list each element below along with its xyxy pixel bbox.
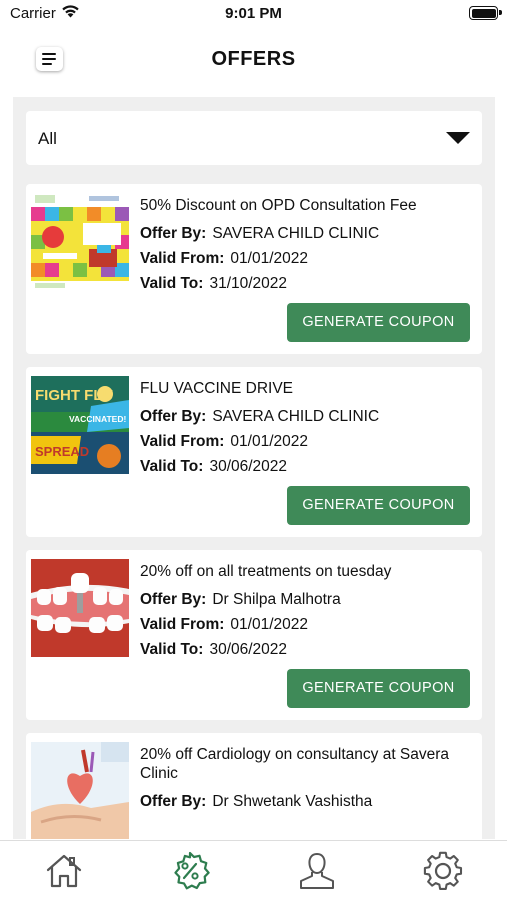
header: OFFERS bbox=[0, 30, 507, 90]
offer-card: 50% Discount on OPD Consultation Fee Off… bbox=[26, 184, 482, 354]
valid-to-value: 30/06/2022 bbox=[209, 458, 288, 475]
offer-by-label: Offer By: bbox=[140, 591, 207, 608]
tab-offers[interactable] bbox=[170, 851, 210, 891]
settings-icon bbox=[423, 851, 463, 890]
offer-by-value: Dr Shwetank Vashistha bbox=[212, 793, 373, 810]
offer-card: 20% off Cardiology on consultancy at Sav… bbox=[26, 733, 482, 839]
battery-icon bbox=[469, 6, 502, 20]
valid-from-value: 01/01/2022 bbox=[230, 616, 308, 633]
offer-by-label: Offer By: bbox=[140, 408, 207, 425]
offer-details: FLU VACCINE DRIVE Offer By: SAVERA CHILD … bbox=[140, 379, 475, 479]
offer-title: 20% off Cardiology on consultancy at Sav… bbox=[140, 746, 450, 782]
valid-from-label: Valid From: bbox=[140, 250, 225, 267]
profile-icon bbox=[300, 852, 334, 889]
offer-by-value: SAVERA CHILD CLINIC bbox=[212, 408, 380, 425]
valid-to-label: Valid To: bbox=[140, 641, 204, 658]
image-text-vaccinated: VACCINATED! bbox=[69, 414, 126, 424]
offer-title: 20% off on all treatments on tuesday bbox=[140, 563, 392, 580]
offer-details: 20% off Cardiology on consultancy at Sav… bbox=[140, 745, 475, 814]
offer-by-value: Dr Shilpa Malhotra bbox=[212, 591, 341, 608]
valid-from-label: Valid From: bbox=[140, 616, 225, 633]
offer-image-flu-vaccine: FIGHT FLU VACCINATED! SPREAD bbox=[31, 376, 129, 474]
valid-to-label: Valid To: bbox=[140, 275, 204, 292]
offer-image-cardiology bbox=[31, 742, 129, 839]
offer-by-label: Offer By: bbox=[140, 225, 207, 242]
offer-filter-dropdown[interactable]: All bbox=[26, 111, 482, 165]
status-time: 9:01 PM bbox=[225, 5, 282, 22]
filter-selected-value: All bbox=[38, 129, 57, 148]
tab-home[interactable] bbox=[44, 851, 84, 891]
tab-settings[interactable] bbox=[423, 851, 463, 891]
status-bar: Carrier 9:01 PM bbox=[0, 0, 507, 30]
tab-bar bbox=[0, 840, 507, 900]
valid-from-label: Valid From: bbox=[140, 433, 225, 450]
valid-to-value: 31/10/2022 bbox=[209, 275, 288, 292]
valid-from-value: 01/01/2022 bbox=[230, 250, 308, 267]
dropdown-caret-icon bbox=[446, 132, 470, 144]
valid-from-value: 01/01/2022 bbox=[230, 433, 308, 450]
offer-card: FIGHT FLU VACCINATED! SPREAD FLU VACCINE… bbox=[26, 367, 482, 537]
offer-image-opd-discount bbox=[31, 193, 129, 291]
image-text-fight-flu: FIGHT FLU bbox=[35, 387, 113, 404]
offer-by-label: Offer By: bbox=[140, 793, 207, 810]
offer-by-value: SAVERA CHILD CLINIC bbox=[212, 225, 380, 242]
valid-to-value: 30/06/2022 bbox=[209, 641, 288, 658]
offer-details: 50% Discount on OPD Consultation Fee Off… bbox=[140, 196, 475, 296]
offers-list[interactable]: All 50% Discount on OPD Consultation Fee… bbox=[13, 97, 495, 839]
offer-card: 20% off on all treatments on tuesday Off… bbox=[26, 550, 482, 720]
offer-image-dental-implant bbox=[31, 559, 129, 657]
valid-to-label: Valid To: bbox=[140, 458, 204, 475]
offer-details: 20% off on all treatments on tuesday Off… bbox=[140, 562, 475, 662]
page-title: OFFERS bbox=[211, 48, 296, 70]
tab-profile[interactable] bbox=[297, 851, 337, 891]
generate-coupon-button[interactable]: GENERATE COUPON bbox=[287, 669, 470, 708]
discount-icon bbox=[174, 851, 210, 890]
home-icon bbox=[46, 854, 82, 888]
generate-coupon-button[interactable]: GENERATE COUPON bbox=[287, 303, 470, 342]
offer-title: FLU VACCINE DRIVE bbox=[140, 380, 294, 397]
offer-title: 50% Discount on OPD Consultation Fee bbox=[140, 197, 417, 214]
generate-coupon-button[interactable]: GENERATE COUPON bbox=[287, 486, 470, 525]
image-text-spread: SPREAD bbox=[35, 444, 89, 459]
